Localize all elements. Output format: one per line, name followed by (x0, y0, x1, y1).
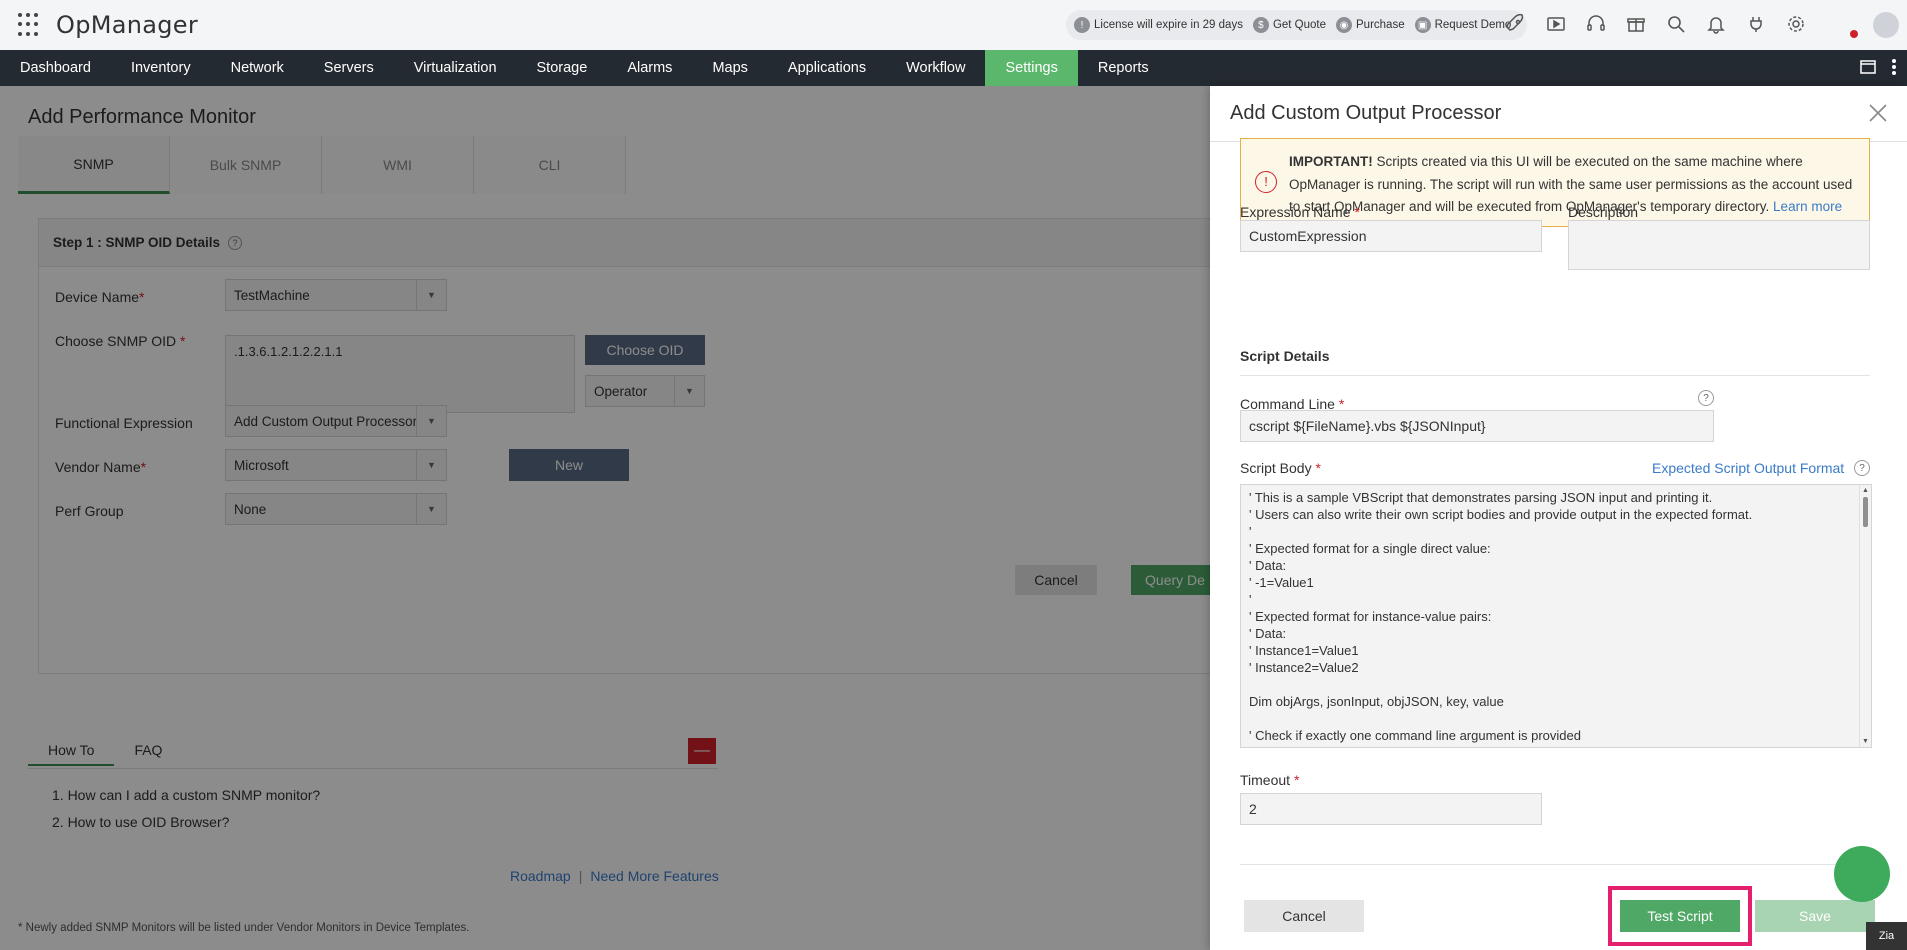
scroll-thumb[interactable] (1863, 497, 1868, 527)
scroll-up-icon[interactable]: ▲ (1862, 487, 1869, 494)
search-icon[interactable] (1665, 13, 1687, 35)
learn-more-link[interactable]: Learn more (1773, 199, 1842, 214)
nav-applications[interactable]: Applications (768, 50, 886, 86)
nav-right-tools (1859, 58, 1897, 79)
plug-icon[interactable] (1745, 13, 1767, 35)
timeout-label: Timeout * (1240, 772, 1300, 788)
scrollbar[interactable]: ▲ ▼ (1859, 485, 1871, 747)
license-icon: ! (1074, 17, 1090, 33)
get-quote-link[interactable]: $ Get Quote (1252, 17, 1326, 33)
nav-dashboard[interactable]: Dashboard (0, 50, 111, 86)
avatar[interactable] (1873, 12, 1899, 38)
nav-settings[interactable]: Settings (985, 50, 1078, 86)
bell-icon[interactable] (1705, 13, 1727, 35)
nav-servers[interactable]: Servers (304, 50, 394, 86)
gear-icon[interactable] (1785, 13, 1807, 35)
window-icon[interactable] (1859, 58, 1877, 79)
timeout-input[interactable]: 2 (1240, 793, 1542, 825)
nav-reports[interactable]: Reports (1078, 50, 1169, 86)
command-line-input[interactable]: cscript ${FileName}.vbs ${JSONInput} (1240, 410, 1714, 442)
divider (1240, 375, 1870, 376)
nav-inventory[interactable]: Inventory (111, 50, 211, 86)
top-icon-bar (1505, 13, 1807, 35)
script-body-textarea[interactable]: ' This is a sample VBScript that demonst… (1240, 484, 1872, 748)
top-header: OpManager ! License will expire in 29 da… (0, 0, 1907, 50)
drawer-title: Add Custom Output Processor (1210, 86, 1907, 142)
headset-icon[interactable] (1585, 13, 1607, 35)
description-input[interactable] (1568, 220, 1870, 270)
nav-alarms[interactable]: Alarms (607, 50, 692, 86)
expected-output-format-link[interactable]: Expected Script Output Format (1652, 460, 1844, 476)
purchase-link[interactable]: ◉ Purchase (1336, 17, 1405, 33)
scroll-down-icon[interactable]: ▼ (1862, 738, 1869, 745)
expression-name-input[interactable]: CustomExpression (1240, 220, 1542, 252)
help-icon[interactable]: ? (1698, 390, 1714, 406)
help-icon[interactable]: ? (1854, 460, 1870, 476)
main-nav: Dashboard Inventory Network Servers Virt… (0, 50, 1907, 86)
video-icon[interactable] (1545, 13, 1567, 35)
apps-grid-icon[interactable] (18, 13, 42, 37)
nav-maps[interactable]: Maps (692, 50, 767, 86)
script-body-label: Script Body * (1240, 460, 1321, 476)
close-icon[interactable] (1865, 100, 1891, 126)
more-vertical-icon[interactable] (1891, 58, 1897, 79)
dollar-icon: $ (1252, 17, 1269, 33)
description-label: Description (1568, 204, 1639, 220)
demo-icon: ▣ (1414, 17, 1431, 33)
custom-output-processor-drawer: Add Custom Output Processor ! IMPORTANT!… (1210, 86, 1907, 950)
script-body-text: ' This is a sample VBScript that demonst… (1249, 490, 1753, 747)
cancel-button[interactable]: Cancel (1244, 900, 1364, 932)
divider (1240, 864, 1870, 865)
nav-storage[interactable]: Storage (517, 50, 608, 86)
nav-workflow[interactable]: Workflow (886, 50, 985, 86)
save-button[interactable]: Save (1755, 900, 1875, 932)
nav-network[interactable]: Network (211, 50, 304, 86)
cart-icon: ◉ (1336, 17, 1353, 33)
license-bar: ! License will expire in 29 days $ Get Q… (1066, 10, 1528, 40)
brand-logo: OpManager (56, 11, 199, 39)
script-details-title: Script Details (1240, 348, 1330, 364)
alert-icon: ! (1255, 171, 1277, 193)
test-script-button[interactable]: Test Script (1620, 900, 1740, 932)
zia-assistant-button[interactable]: Zia (1866, 922, 1907, 950)
license-notice[interactable]: ! License will expire in 29 days (1074, 17, 1243, 33)
expression-name-label: Expression Name * (1240, 204, 1360, 220)
chat-fab-button[interactable] (1834, 846, 1890, 902)
modal-backdrop[interactable] (0, 86, 1210, 950)
notification-dot (1850, 30, 1858, 38)
nav-virtualization[interactable]: Virtualization (394, 50, 517, 86)
rocket-icon[interactable] (1505, 13, 1527, 35)
request-demo-link[interactable]: ▣ Request Demo (1414, 17, 1511, 33)
gift-icon[interactable] (1625, 13, 1647, 35)
